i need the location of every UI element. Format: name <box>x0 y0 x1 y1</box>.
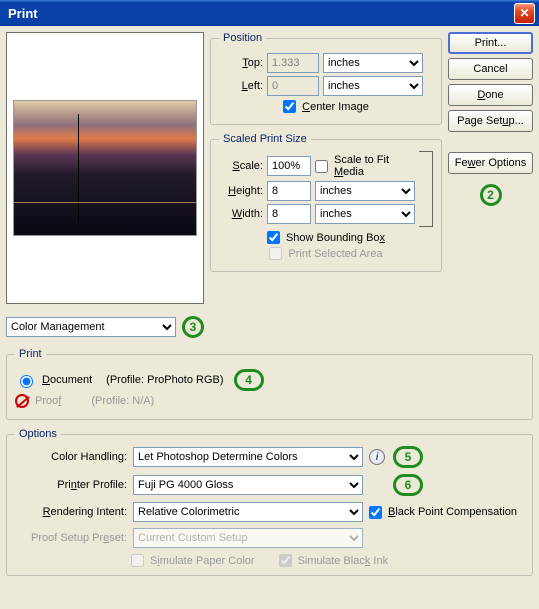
scale-to-fit-checkbox[interactable]: Scale to Fit Media <box>315 154 415 178</box>
mode-select[interactable]: Color Management <box>6 317 176 337</box>
width-unit-select[interactable]: inches <box>315 204 415 224</box>
annotation-3: 3 <box>182 316 204 338</box>
printer-profile-select[interactable]: Fuji PG 4000 Gloss <box>133 475 363 495</box>
left-input[interactable] <box>267 76 319 96</box>
close-button[interactable]: ✕ <box>514 3 535 24</box>
top-unit-select[interactable]: inches <box>323 53 423 73</box>
color-handling-label: Color Handling: <box>15 451 127 463</box>
print-selected-area-input <box>269 247 282 260</box>
color-handling-select[interactable]: Let Photoshop Determine Colors <box>133 447 363 467</box>
annotation-2: 2 <box>480 184 502 206</box>
document-profile: (Profile: ProPhoto RGB) <box>106 374 223 386</box>
top-input[interactable] <box>267 53 319 73</box>
height-input[interactable] <box>267 181 311 201</box>
printer-profile-label: Printer Profile: <box>15 479 127 491</box>
titlebar: Print ✕ <box>0 0 539 26</box>
position-legend: Position <box>219 32 266 44</box>
proof-profile: (Profile: N/A) <box>91 395 154 407</box>
rendering-intent-select[interactable]: Relative Colorimetric <box>133 502 363 522</box>
simulate-ink-checkbox: Simulate Black Ink <box>279 554 389 567</box>
center-image-input[interactable] <box>283 100 296 113</box>
scale-label: Scale: <box>219 160 263 172</box>
height-unit-select[interactable]: inches <box>315 181 415 201</box>
simulate-paper-input <box>131 554 144 567</box>
scaled-group: Scaled Print Size Scale: Scale to Fit Me… <box>210 133 442 272</box>
simulate-ink-input <box>279 554 292 567</box>
print-selected-area-checkbox: Print Selected Area <box>269 247 382 260</box>
print-section: Print Document (Profile: ProPhoto RGB) 4… <box>6 348 533 420</box>
window-title: Print <box>8 6 514 21</box>
bpc-checkbox[interactable]: Black Point Compensation <box>369 506 524 519</box>
fewer-options-button[interactable]: Fewer Options <box>448 152 533 174</box>
annotation-6: 6 <box>393 474 423 496</box>
scale-input[interactable] <box>267 156 311 176</box>
prohibit-icon <box>15 394 29 408</box>
document-label: Document <box>42 374 92 386</box>
height-label: Height: <box>219 185 263 197</box>
annotation-5: 5 <box>393 446 423 468</box>
annotation-4: 4 <box>234 369 264 391</box>
width-input[interactable] <box>267 204 311 224</box>
print-preview <box>6 32 204 304</box>
preview-image <box>13 100 197 236</box>
scaled-legend: Scaled Print Size <box>219 133 311 145</box>
info-icon[interactable]: i <box>369 449 385 465</box>
top-label: Top: <box>219 57 263 69</box>
proof-preset-select: Current Custom Setup <box>133 528 363 548</box>
width-label: Width: <box>219 208 263 220</box>
bpc-input[interactable] <box>369 506 382 519</box>
options-section: Options Color Handling: Let Photoshop De… <box>6 428 533 576</box>
show-bbox-checkbox[interactable]: Show Bounding Box <box>267 231 385 244</box>
print-legend: Print <box>15 348 46 360</box>
simulate-paper-checkbox: Simulate Paper Color <box>131 554 255 567</box>
scale-to-fit-input[interactable] <box>315 160 328 173</box>
rendering-intent-label: Rendering Intent: <box>15 506 127 518</box>
document-radio[interactable] <box>20 375 33 388</box>
page-setup-button[interactable]: Page Setup... <box>448 110 533 132</box>
print-button[interactable]: Print... <box>448 32 533 54</box>
link-bracket-icon <box>419 151 433 227</box>
close-icon: ✕ <box>519 6 529 20</box>
show-bbox-input[interactable] <box>267 231 280 244</box>
cancel-button[interactable]: Cancel <box>448 58 533 80</box>
position-group: Position Top: inches Left: inches Center… <box>210 32 442 125</box>
left-unit-select[interactable]: inches <box>323 76 423 96</box>
proof-label: Proof <box>35 395 61 407</box>
options-legend: Options <box>15 428 61 440</box>
center-image-checkbox[interactable]: Center Image <box>283 100 369 113</box>
proof-preset-label: Proof Setup Preset: <box>15 532 127 544</box>
left-label: Left: <box>219 80 263 92</box>
done-button[interactable]: Done <box>448 84 533 106</box>
